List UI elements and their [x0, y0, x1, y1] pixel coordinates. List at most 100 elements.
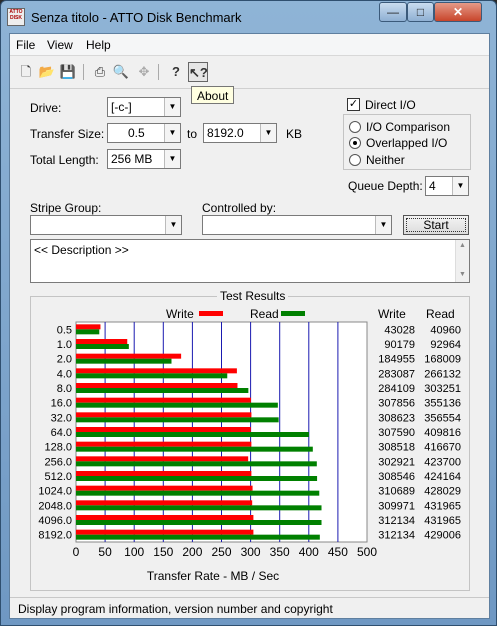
write-value: 43028: [384, 324, 415, 336]
description-field[interactable]: << Description >> ▲ ▼: [30, 239, 470, 283]
toolbar-separator: [83, 64, 84, 80]
total-length-select[interactable]: 256 MB ▼: [107, 149, 181, 169]
write-bar: [76, 383, 238, 388]
read-value: 428029: [424, 486, 461, 498]
x-tick-label: 400: [299, 545, 319, 559]
y-tick-label: 256.0: [44, 456, 72, 468]
open-folder-icon[interactable]: 📂: [37, 62, 57, 82]
x-tick-label: 450: [328, 545, 348, 559]
read-value: 423700: [424, 456, 461, 468]
legend-read-swatch: [281, 311, 305, 316]
write-value: 302921: [378, 456, 415, 468]
move-icon[interactable]: ✥: [134, 62, 154, 82]
legend-write-swatch: [199, 311, 223, 316]
kb-unit-label: KB: [286, 127, 303, 141]
neither-label: Neither: [366, 153, 405, 167]
write-value: 90179: [384, 339, 415, 351]
chevron-down-icon: ▼: [260, 124, 276, 142]
description-scrollbar[interactable]: ▲ ▼: [455, 240, 469, 282]
y-tick-label: 0.5: [57, 324, 72, 336]
toolbar-separator: [158, 64, 159, 80]
write-value: 307856: [378, 398, 415, 410]
read-bar: [76, 461, 317, 467]
legend-write-label: Write: [166, 307, 194, 321]
read-bar: [76, 329, 100, 335]
transfer-from-value: 0.5: [128, 126, 145, 140]
stripe-group-select[interactable]: ▼: [30, 215, 182, 235]
write-bar: [76, 441, 252, 447]
atto-app-icon: ATTO DISK: [7, 8, 25, 26]
menu-view[interactable]: View: [47, 38, 73, 52]
minimize-button[interactable]: —: [379, 2, 407, 22]
transfer-to-select[interactable]: 8192.0 ▼: [203, 123, 277, 143]
read-value: 416670: [424, 442, 461, 454]
new-file-icon[interactable]: 🗋: [16, 62, 36, 82]
write-value: 307590: [378, 427, 415, 439]
menu-file[interactable]: File: [16, 38, 35, 52]
overlapped-io-radio[interactable]: [349, 137, 361, 149]
y-tick-label: 1024.0: [38, 486, 72, 498]
read-value: 429006: [424, 530, 461, 542]
read-value: 92964: [430, 339, 461, 351]
close-button[interactable]: ✕: [434, 2, 482, 22]
io-comparison-radio[interactable]: [349, 121, 361, 133]
status-bar: Display program information, version num…: [10, 597, 489, 618]
drive-label: Drive:: [30, 101, 62, 115]
write-bar: [76, 500, 253, 506]
print-icon[interactable]: ⎙: [90, 62, 110, 82]
write-bar: [76, 456, 249, 462]
write-value: 284109: [378, 383, 415, 395]
write-bar: [76, 412, 252, 418]
write-bar: [76, 529, 254, 535]
y-tick-label: 64.0: [51, 427, 72, 439]
drive-value: [-c-]: [111, 100, 132, 114]
read-column-header: Read: [426, 307, 455, 321]
controlled-by-select[interactable]: ▼: [202, 215, 392, 235]
read-value: 303251: [424, 383, 461, 395]
drive-select[interactable]: [-c-] ▼: [107, 97, 181, 117]
scroll-up-icon[interactable]: ▲: [459, 242, 466, 249]
title-bar[interactable]: ATTO DISK Senza titolo - ATTO Disk Bench…: [1, 1, 496, 33]
neither-radio[interactable]: [349, 154, 361, 166]
help-icon[interactable]: ?: [166, 62, 186, 82]
transfer-size-label: Transfer Size:: [30, 127, 105, 141]
write-bar: [76, 515, 254, 520]
read-bar: [76, 432, 309, 437]
save-icon[interactable]: 💾: [58, 62, 78, 82]
print-preview-icon[interactable]: 🔍: [111, 62, 131, 82]
write-value: 184955: [378, 354, 415, 366]
y-tick-label: 4096.0: [38, 515, 72, 527]
write-bar: [76, 397, 251, 403]
x-tick-label: 150: [153, 545, 173, 559]
io-comparison-label: I/O Comparison: [366, 120, 451, 134]
y-tick-label: 32.0: [51, 412, 72, 424]
chevron-down-icon: ▼: [164, 124, 180, 142]
menu-help[interactable]: Help: [86, 38, 111, 52]
read-bar: [76, 505, 322, 511]
start-button[interactable]: Start: [403, 215, 469, 235]
overlapped-io-label: Overlapped I/O: [366, 136, 448, 150]
window-title: Senza titolo - ATTO Disk Benchmark: [31, 10, 242, 25]
read-bar: [76, 358, 172, 364]
transfer-from-select[interactable]: 0.5 ▼: [107, 123, 181, 143]
x-tick-label: 100: [124, 545, 144, 559]
menu-bar: File View Help: [10, 34, 489, 56]
total-length-value: 256 MB: [111, 152, 153, 166]
queue-depth-select[interactable]: 4 ▼: [425, 176, 469, 196]
x-tick-label: 350: [270, 545, 290, 559]
scroll-down-icon[interactable]: ▼: [459, 271, 466, 278]
stripe-group-label: Stripe Group:: [30, 201, 102, 215]
x-tick-label: 0: [73, 545, 80, 559]
x-axis-label: Transfer Rate - MB / Sec: [147, 569, 279, 583]
write-value: 310689: [378, 486, 415, 498]
write-value: 308546: [378, 471, 415, 483]
read-bar: [76, 446, 313, 452]
context-help-icon[interactable]: ↖?: [188, 62, 208, 82]
maximize-button[interactable]: □: [407, 2, 434, 22]
write-bar: [76, 353, 182, 359]
y-tick-label: 2048.0: [38, 500, 72, 512]
transfer-to-value: 8192.0: [207, 126, 244, 140]
read-value: 168009: [424, 354, 461, 366]
y-tick-label: 512.0: [44, 471, 72, 483]
direct-io-checkbox[interactable]: ✓: [347, 98, 360, 111]
